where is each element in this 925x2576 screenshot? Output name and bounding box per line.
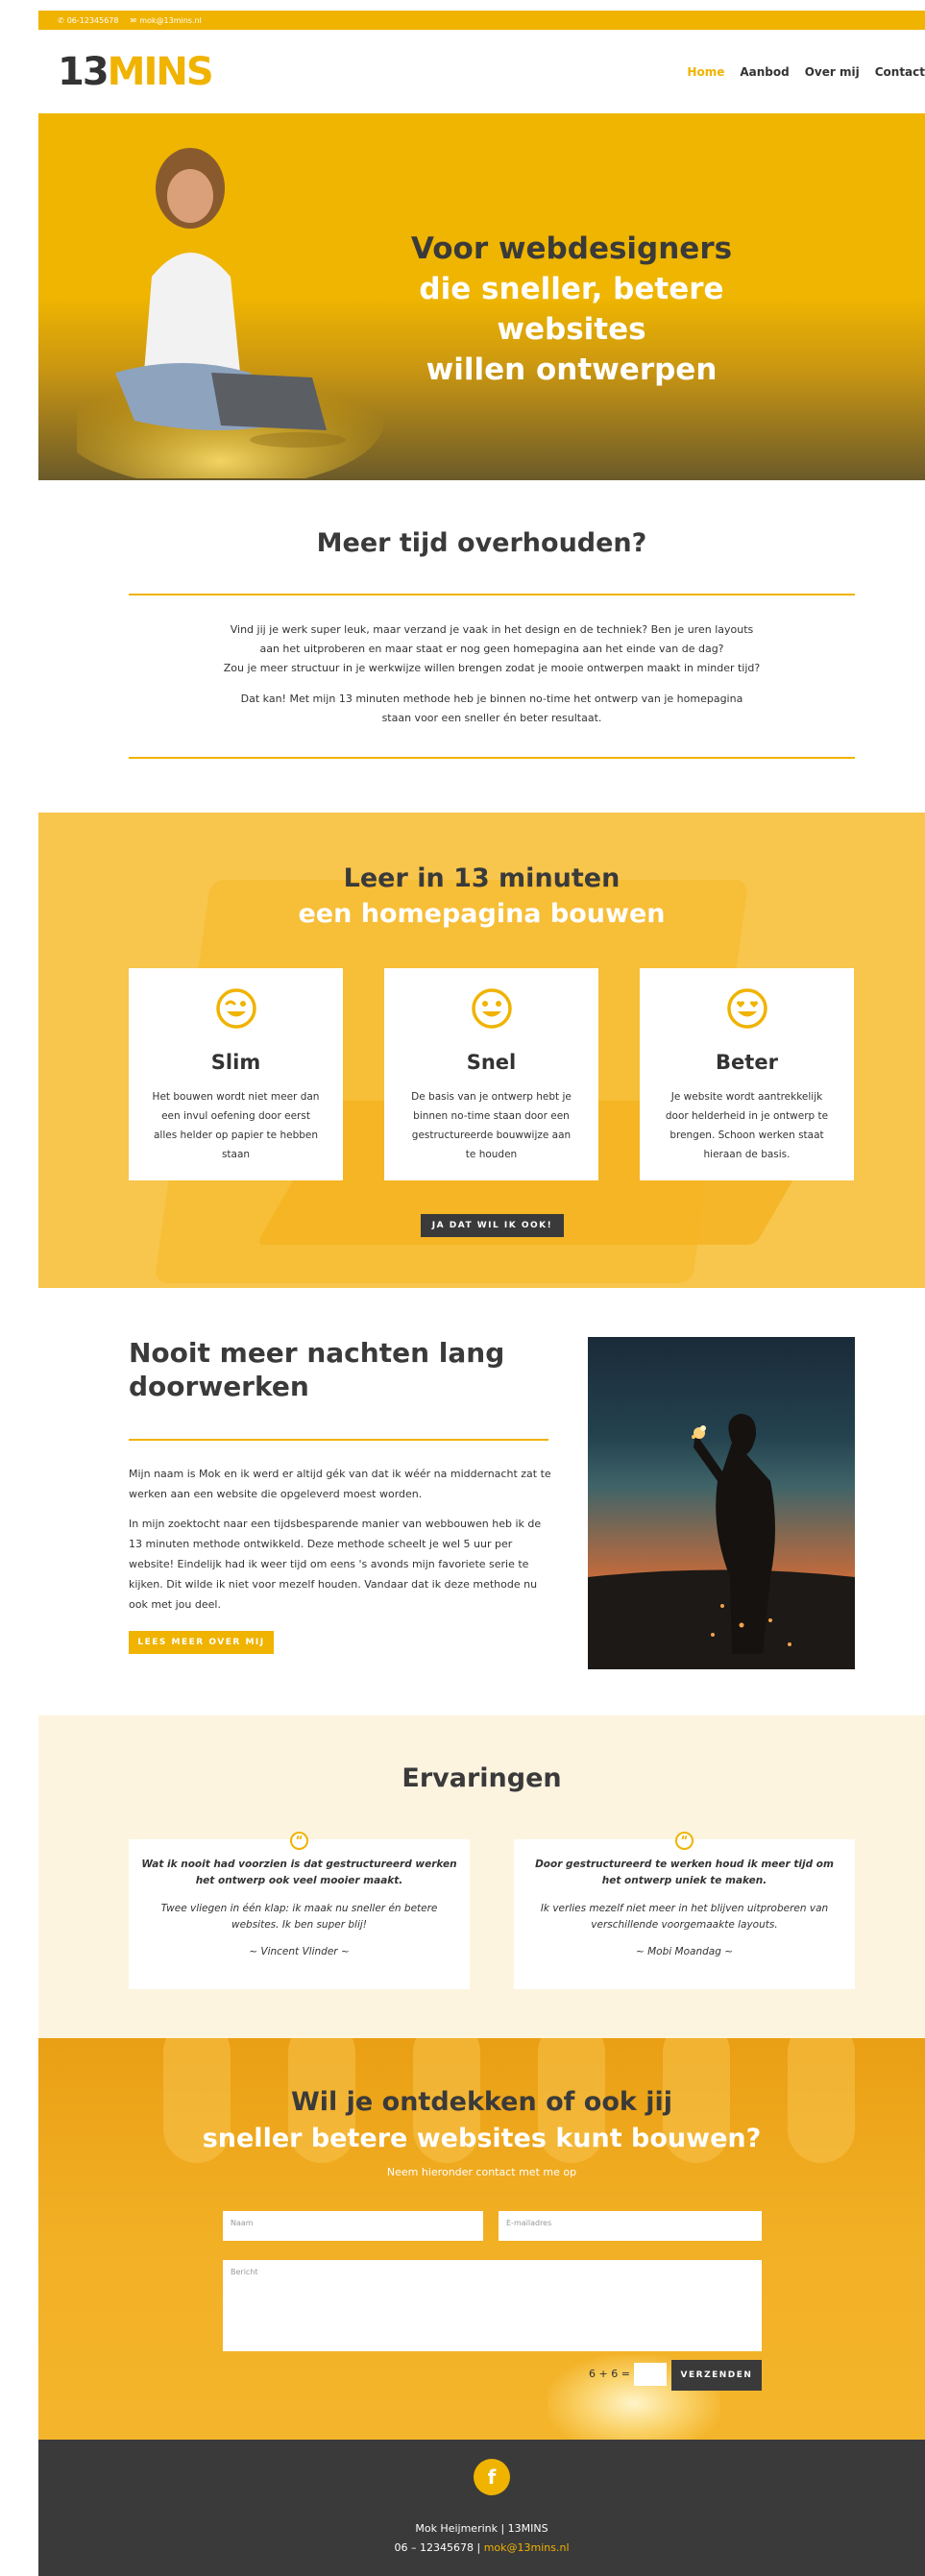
top-email[interactable]: ✉ mok@13mins.nl: [131, 16, 202, 25]
hero-section: Voor webdesigners die sneller, betere we…: [38, 113, 925, 480]
woman-sparkler-photo: [588, 1337, 855, 1669]
top-phone[interactable]: ✆ 06-12345678: [58, 16, 119, 25]
phone-icon: ✆: [58, 15, 64, 25]
intro-title: Meer tijd overhouden?: [316, 528, 647, 558]
intro-paragraph-1: Vind jij je werk super leuk, maar verzan…: [223, 623, 761, 674]
learn-title: Leer in 13 minuten een homepagina bouwen: [298, 863, 666, 929]
site-header: 13MINS Home Aanbod Over mij Contact: [38, 30, 925, 113]
intro-section: Meer tijd overhouden? Vind jij je werk s…: [38, 480, 925, 813]
reviews-section: Ervaringen “ Wat ik nooit had voorzien i…: [38, 1715, 925, 2038]
page: ✆ 06-12345678 ✉ mok@13mins.nl 13MINS Home …: [0, 0, 925, 2576]
divider: [129, 757, 855, 759]
captcha-question: 6 + 6 =: [589, 2368, 630, 2380]
learn-section: Leer in 13 minuten een homepagina bouwen…: [38, 813, 925, 1288]
about-title: Nooit meer nachten lang doorwerken: [129, 1337, 505, 1402]
site-footer: f Mok Heijmerink | 13MINS 06 – 12345678 …: [38, 2440, 925, 2576]
footer-name: Mok Heijmerink | 13MINS: [415, 2522, 548, 2535]
footer-contact: 06 – 12345678 | mok@13mins.nl: [394, 2541, 570, 2554]
contact-title: Wil je ontdekken of ook jij sneller bete…: [202, 2087, 762, 2153]
contact-section: Wil je ontdekken of ook jij sneller bete…: [38, 2038, 925, 2440]
captcha-input[interactable]: [634, 2363, 667, 2386]
feature-card-snel: Snel De basis van je ontwerp hebt je bin…: [384, 968, 598, 1180]
wink-face-icon: [215, 988, 256, 1029]
contact-subtitle: Neem hieronder contact met me op: [386, 2166, 577, 2178]
hero-woman-laptop-image: [77, 148, 384, 478]
facebook-icon[interactable]: f: [474, 2459, 510, 2495]
intro-paragraph-2: Dat kan! Met mijn 13 minuten methode heb…: [240, 693, 743, 724]
message-textarea[interactable]: Bericht: [223, 2260, 762, 2351]
main-nav: Home Aanbod Over mij Contact: [687, 65, 925, 79]
feature-card-beter: Beter Je website wordt aantrekkelijk doo…: [640, 968, 854, 1180]
nav-home[interactable]: Home: [687, 65, 724, 79]
lees-meer-over-mij-button[interactable]: LEES MEER OVER MIJ: [129, 1631, 274, 1654]
smile-face-icon: [471, 988, 512, 1029]
ja-dat-wil-ik-ook-button[interactable]: JA DAT WIL IK OOK!: [421, 1214, 564, 1237]
quote-icon: “: [290, 1832, 308, 1850]
name-input[interactable]: Naam: [223, 2211, 483, 2241]
about-paragraph-2: In mijn zoektocht naar een tijdsbesparen…: [129, 1518, 542, 1611]
email-input[interactable]: E-mailadres: [499, 2211, 762, 2241]
verzenden-button[interactable]: VERZENDEN: [671, 2360, 762, 2391]
nav-over-mij[interactable]: Over mij: [805, 65, 860, 79]
nav-contact[interactable]: Contact: [875, 65, 925, 79]
logo[interactable]: 13MINS: [58, 53, 214, 91]
top-bar: ✆ 06-12345678 ✉ mok@13mins.nl: [38, 11, 925, 30]
hero-title: Voor webdesigners die sneller, betere we…: [410, 231, 733, 387]
divider: [129, 594, 855, 595]
footer-email-link[interactable]: mok@13mins.nl: [484, 2541, 570, 2554]
about-section: Nooit meer nachten lang doorwerken Mijn …: [38, 1288, 925, 1715]
nav-aanbod[interactable]: Aanbod: [740, 65, 789, 79]
feature-card-slim: Slim Het bouwen wordt niet meer dan een …: [129, 968, 343, 1180]
quote-icon: “: [675, 1832, 694, 1850]
reviews-title: Ervaringen: [402, 1763, 562, 1793]
divider: [129, 1439, 548, 1441]
about-paragraph-1: Mijn naam is Mok en ik werd er altijd gé…: [129, 1468, 551, 1500]
heart-eyes-face-icon: [726, 988, 767, 1029]
review-card: “ Wat ik nooit had voorzien is dat gestr…: [129, 1832, 470, 1989]
review-card: “ Door gestructureerd te werken houd ik …: [514, 1832, 855, 1989]
mail-icon: ✉: [130, 15, 137, 25]
